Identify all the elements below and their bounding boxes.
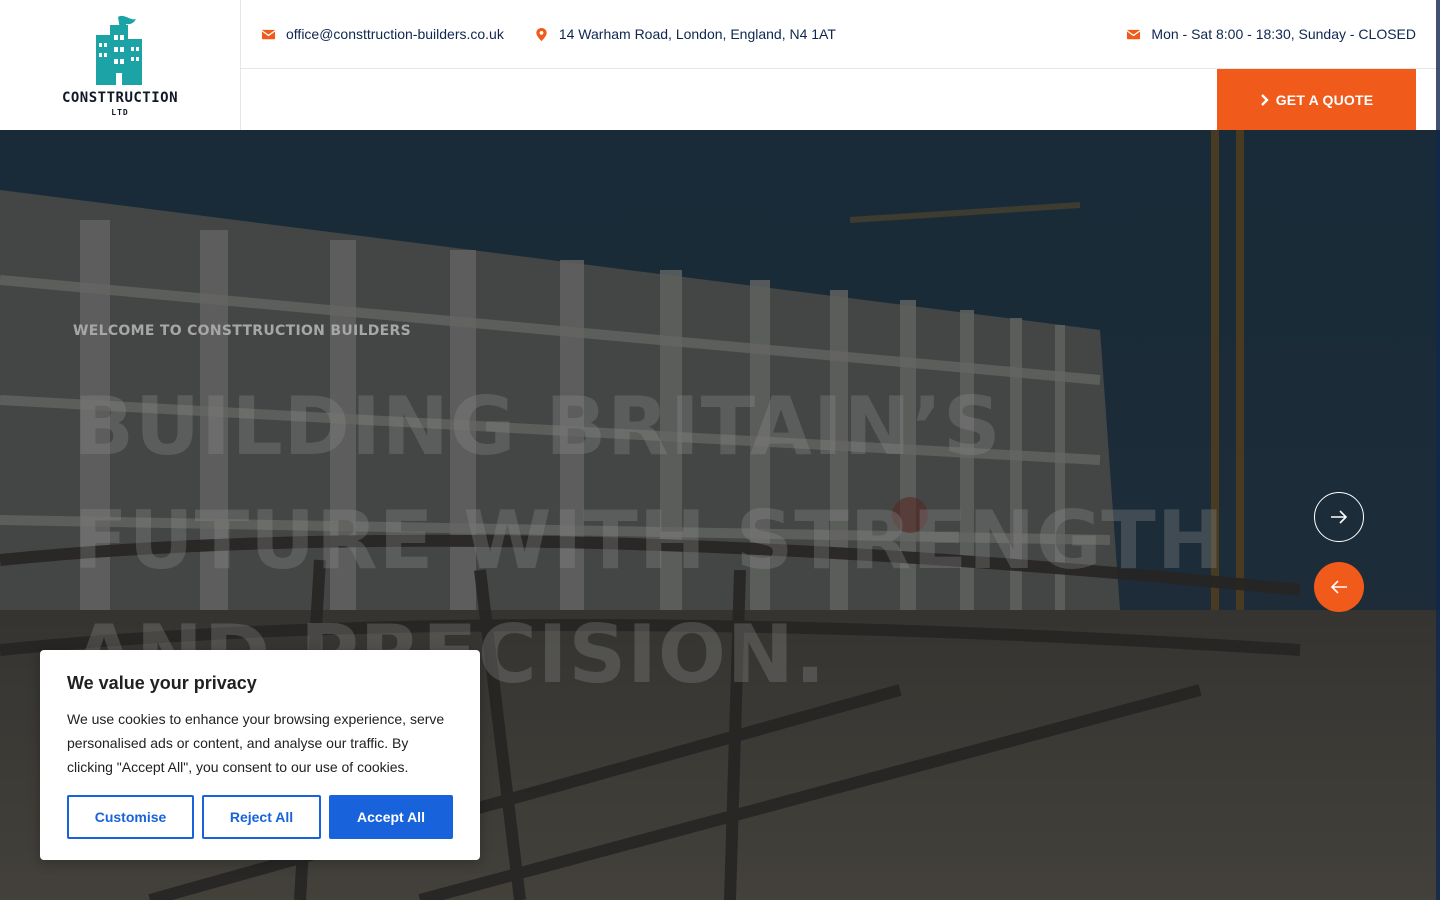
cookie-title: We value your privacy bbox=[67, 673, 257, 693]
contact-topbar: office@consttruction-builders.co.uk 14 W… bbox=[241, 0, 1440, 69]
nav-row: GET A QUOTE bbox=[241, 69, 1440, 130]
cookie-buttons: Customise Reject All Accept All bbox=[67, 795, 453, 839]
opening-hours-text: Mon - Sat 8:00 - 18:30, Sunday - CLOSED bbox=[1151, 26, 1416, 42]
accept-all-button[interactable]: Accept All bbox=[329, 795, 453, 839]
contact-address: 14 Warham Road, London, England, N4 1AT bbox=[534, 26, 836, 42]
customise-button[interactable]: Customise bbox=[67, 795, 194, 839]
slider-prev-button[interactable] bbox=[1314, 562, 1364, 612]
slider-next-button[interactable] bbox=[1314, 492, 1364, 542]
site-header: CONSTTRUCTION LTD office@consttruction-b… bbox=[0, 0, 1440, 130]
cookie-consent-banner: We value your privacy We use cookies to … bbox=[40, 650, 480, 860]
cookie-description: We use cookies to enhance your browsing … bbox=[67, 711, 445, 775]
reject-all-button[interactable]: Reject All bbox=[202, 795, 321, 839]
contact-email[interactable]: office@consttruction-builders.co.uk bbox=[261, 26, 504, 42]
logo-subtitle: LTD bbox=[111, 108, 129, 117]
contact-address-text: 14 Warham Road, London, England, N4 1AT bbox=[558, 26, 836, 42]
envelope-icon bbox=[1126, 29, 1141, 39]
envelope-icon bbox=[261, 29, 276, 39]
site-logo[interactable]: CONSTTRUCTION LTD bbox=[0, 0, 241, 130]
chevron-right-icon bbox=[1260, 93, 1269, 106]
logo-name: CONSTTRUCTION bbox=[61, 90, 179, 106]
get-a-quote-button[interactable]: GET A QUOTE bbox=[1217, 69, 1416, 130]
hero-headline-line: FUTURE WITH STRENGTH bbox=[73, 494, 1225, 587]
hero-headline-line: BUILDING BRITAIN’S bbox=[73, 380, 1002, 473]
arrow-right-icon bbox=[1331, 510, 1348, 524]
contact-email-text[interactable]: office@consttruction-builders.co.uk bbox=[286, 26, 504, 42]
map-pin-icon bbox=[536, 27, 547, 41]
building-logo-icon bbox=[96, 15, 142, 85]
hero-welcome: WELCOME TO CONSTTRUCTION BUILDERS bbox=[73, 323, 411, 339]
header-right: office@consttruction-builders.co.uk 14 W… bbox=[241, 0, 1440, 130]
get-a-quote-label: GET A QUOTE bbox=[1275, 91, 1374, 108]
arrow-left-icon bbox=[1330, 580, 1347, 594]
opening-hours: Mon - Sat 8:00 - 18:30, Sunday - CLOSED bbox=[1126, 26, 1416, 42]
page-scrollbar[interactable] bbox=[1436, 0, 1440, 900]
